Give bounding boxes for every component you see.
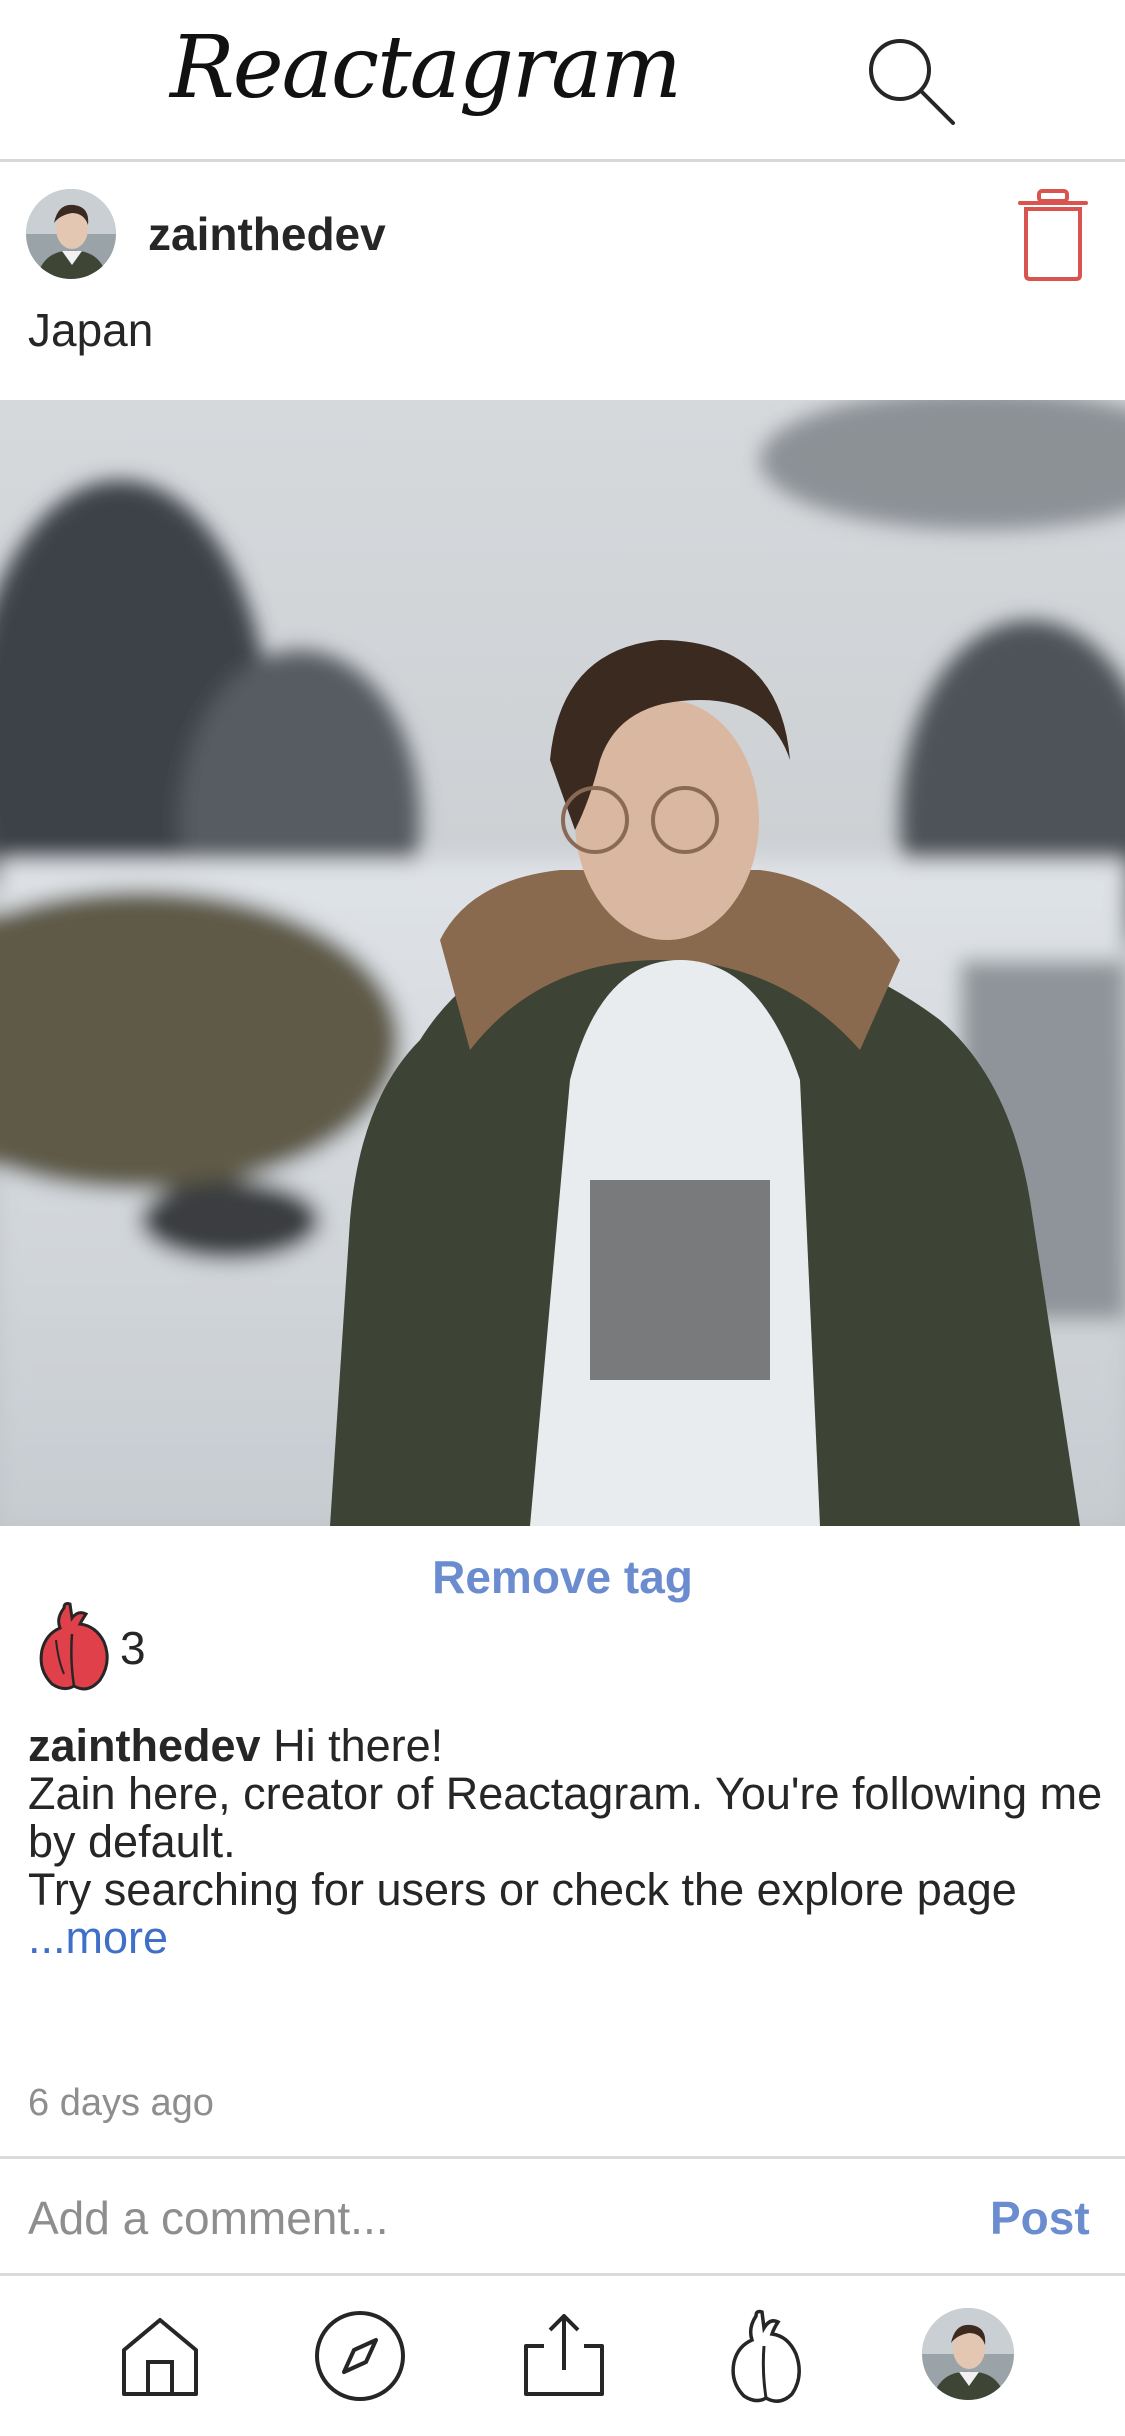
nav-home-button[interactable] (110, 2306, 210, 2406)
post-comment-button[interactable]: Post (990, 2191, 1090, 2245)
anatomical-heart-outline-icon (731, 2309, 801, 2403)
search-icon (869, 39, 955, 125)
delete-post-button[interactable] (1016, 185, 1090, 285)
upload-icon (524, 2314, 604, 2396)
trash-icon (1018, 189, 1088, 281)
post-location[interactable]: Japan (28, 303, 153, 357)
post-caption: zainthedev Hi there! Zain here, creator … (28, 1722, 1108, 1962)
nav-profile-button[interactable] (922, 2308, 1014, 2400)
post-photo-image (0, 400, 1125, 1526)
nav-explore-button[interactable] (310, 2306, 410, 2406)
like-count: 3 (120, 1621, 146, 1674)
caption-more-link[interactable]: ...more (28, 1912, 168, 1963)
post-author-username[interactable]: zainthedev (148, 207, 386, 261)
caption-line-3: Try searching for users or check the exp… (28, 1864, 1017, 1915)
avatar-image (26, 189, 116, 279)
caption-username[interactable]: zainthedev (28, 1720, 261, 1771)
comment-input[interactable] (28, 2183, 928, 2253)
post-timestamp: 6 days ago (28, 2082, 214, 2124)
comment-bar: Post (0, 2156, 1125, 2276)
app-logo[interactable]: Reactagram (170, 18, 682, 118)
search-button[interactable] (860, 30, 960, 130)
like-row: 3 (34, 1600, 146, 1695)
app-root: Reactagram zainthedev Japan Remove tag 3… (0, 0, 1125, 2436)
nav-activity-button[interactable] (716, 2306, 816, 2406)
bottom-nav (0, 2276, 1125, 2436)
post-author-avatar[interactable] (26, 189, 116, 279)
home-icon (122, 2318, 198, 2396)
compass-icon (315, 2311, 405, 2401)
profile-avatar (922, 2308, 1014, 2400)
nav-upload-button[interactable] (514, 2306, 614, 2406)
post-photo[interactable] (0, 400, 1125, 1526)
caption-line-1: Hi there! (273, 1720, 444, 1771)
caption-line-2: Zain here, creator of Reactagram. You're… (28, 1768, 1103, 1867)
top-header: Reactagram (0, 0, 1125, 162)
post-header: zainthedev Japan (0, 165, 1125, 405)
remove-tag-button[interactable]: Remove tag (0, 1550, 1125, 1604)
like-button[interactable] (34, 1600, 114, 1695)
anatomical-heart-icon (39, 1602, 109, 1691)
